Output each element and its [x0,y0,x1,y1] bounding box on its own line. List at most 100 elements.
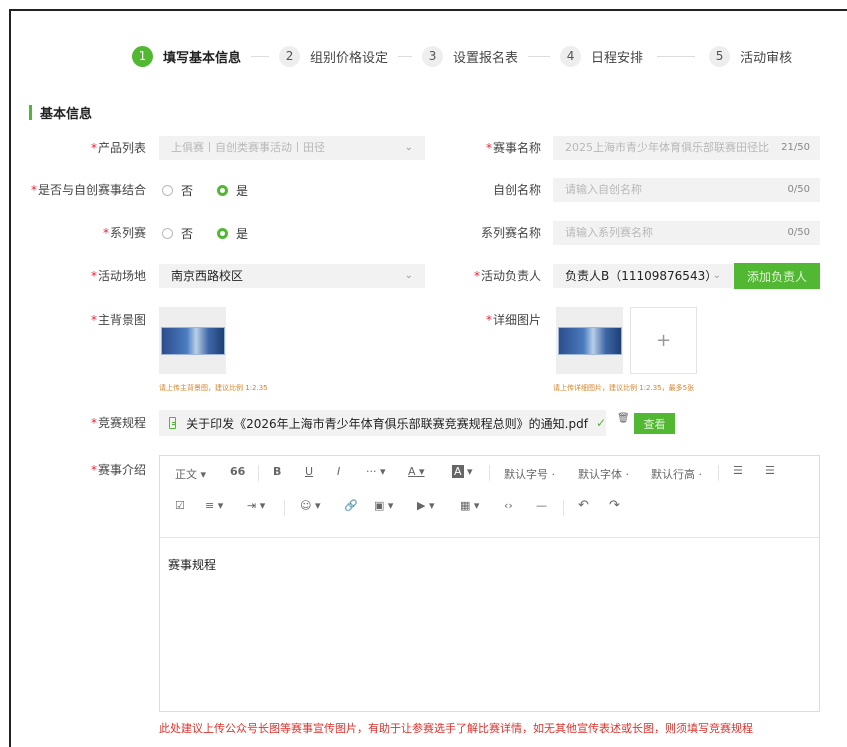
code-icon[interactable]: ‹› [504,499,513,512]
rich-text-editor[interactable]: 正文 ▾ 66 B U I ··· ▾ A ▾ A ▾ 默认字号 · 默认字体 … [159,455,820,712]
step-3[interactable]: 3 设置报名表 [422,45,519,67]
step-4[interactable]: 4 日程安排 [560,45,644,67]
radio-no[interactable]: 否 [162,225,193,242]
todo-icon[interactable]: ☑ [175,499,185,512]
table-dropdown[interactable]: ▦ ▾ [460,499,479,512]
toolbar-separator [563,500,564,516]
step-3-label: 设置报名表 [453,50,519,66]
toolbar-separator [489,465,490,481]
quote-icon[interactable]: 66 [230,465,245,478]
step-3-number: 3 [422,45,444,67]
undo-icon[interactable]: ↶ [578,498,589,513]
toolbar-separator [718,465,719,481]
bold-icon[interactable]: B [273,465,281,478]
image-dropdown[interactable]: ▣ ▾ [374,499,393,512]
view-button[interactable]: 查看 [634,413,675,434]
main-bg-thumbnail[interactable] [159,307,226,374]
step-connector [657,55,696,57]
main-bg-label: *主背景图 [90,313,146,327]
paragraph-dropdown[interactable]: 正文 ▾ [175,466,206,482]
toolbar-separator [258,465,259,481]
radio-yes[interactable]: 是 [217,225,248,242]
series-label: *系列赛 [102,226,146,240]
editor-content[interactable]: 赛事规程 [160,538,819,591]
step-1[interactable]: 1 填写基本信息 [132,45,242,67]
radio-circle [162,227,173,239]
radio-circle-selected [217,227,229,239]
step-connector [398,55,413,57]
step-1-label: 填写基本信息 [163,50,242,66]
align-dropdown[interactable]: ≡ ▾ [205,499,223,512]
rules-label: *竞赛规程 [90,416,146,430]
font-size-dropdown[interactable]: 默认字号 · [504,466,555,482]
chevron-down-icon: ⌄ [404,270,413,281]
chevron-down-icon: ⌄ [404,142,413,153]
rules-file[interactable]: 关于印发《2026年上海市青少年体育俱乐部联赛竞赛规程总则》的通知.pdf ✓ [159,410,606,436]
emoji-dropdown[interactable]: ☺ ▾ [300,499,321,512]
step-connector [251,55,270,57]
line-height-dropdown[interactable]: 默认行高 · [651,466,702,482]
section-accent-bar [29,104,32,120]
banner-image [160,326,225,355]
toolbar-separator [284,500,285,516]
italic-icon[interactable]: I [337,465,340,478]
font-color-dropdown[interactable]: A ▾ [408,465,425,478]
step-4-label: 日程安排 [591,50,644,66]
step-5-number: 5 [709,45,731,67]
bottom-note: 此处建议上传公众号长图等赛事宣传图片，有助于让参赛选手了解比赛详情，如无其他宣传… [159,722,753,735]
step-2-label: 组别价格设定 [310,50,389,66]
add-manager-button[interactable]: 添加负责人 [734,263,820,289]
event-name-input[interactable]: 2025上海市青少年体育俱乐部联赛田径比 21/50 [553,136,820,160]
step-4-number: 4 [560,45,582,67]
venue-select[interactable]: 南京西路校区 ⌄ [159,264,425,288]
bg-color-dropdown[interactable]: A ▾ [452,465,473,478]
self-combine-label: *是否与自创赛事结合 [30,183,146,197]
more-style-dropdown[interactable]: ··· ▾ [366,465,386,478]
step-5[interactable]: 5 活动审核 [709,45,793,67]
detail-img-label: *详细图片 [485,313,541,327]
manager-select[interactable]: 负责人B（11109876543） ⌄ [553,264,733,288]
redo-icon[interactable]: ↷ [609,498,620,513]
series-radio-group: 否 是 [162,221,272,245]
link-icon[interactable]: 🔗 [344,499,358,512]
product-select[interactable]: 上俱赛丨自创类赛事活动丨田径 ⌄ [159,136,425,160]
intro-label: *赛事介绍 [90,463,146,477]
banner-image [557,326,622,355]
check-icon: ✓ [595,416,606,430]
upload-plus-button[interactable]: + [630,307,697,374]
radio-yes[interactable]: 是 [217,182,248,199]
detail-img-hint: 请上传详细图片，建议比例 1:2.35，最多5张 [553,384,695,392]
underline-icon[interactable]: U [305,465,313,478]
detail-img-thumbnail[interactable] [556,307,623,374]
event-name-label: *赛事名称 [485,141,541,155]
video-dropdown[interactable]: ▶ ▾ [417,499,435,512]
venue-label: *活动场地 [90,269,146,283]
bullet-list-icon[interactable]: ☰ [733,464,743,477]
rules-file-name: 关于印发《2026年上海市青少年体育俱乐部联赛竞赛规程总则》的通知.pdf [186,416,588,431]
step-connector [528,55,551,57]
main-bg-hint: 请上传主背景图，建议比例 1:2.35 [159,384,268,392]
series-name-input[interactable]: 请输入系列赛名称 0/50 [553,221,820,245]
numbered-list-icon[interactable]: ☰ [765,464,775,477]
document-icon [169,417,177,429]
self-name-label: 自创名称 [492,183,541,197]
radio-no[interactable]: 否 [162,182,193,199]
chevron-down-icon: ⌄ [712,270,721,281]
step-2[interactable]: 2 组别价格设定 [279,45,389,67]
trash-icon[interactable]: 🗑 [617,413,630,427]
manager-label: *活动负责人 [473,269,541,283]
series-name-label: 系列赛名称 [480,226,541,240]
indent-dropdown[interactable]: ⇥ ▾ [247,499,265,512]
self-name-input[interactable]: 请输入自创名称 0/50 [553,178,820,202]
char-count: 21/50 [781,142,810,153]
section-title-text: 基本信息 [40,106,93,122]
step-indicator: 1 填写基本信息 2 组别价格设定 3 设置报名表 4 日程安排 5 活动审核 [132,45,792,67]
step-2-number: 2 [279,45,301,67]
self-combine-radio-group: 否 是 [162,178,272,202]
editor-toolbar: 正文 ▾ 66 B U I ··· ▾ A ▾ A ▾ 默认字号 · 默认字体 … [160,456,819,538]
step-5-label: 活动审核 [740,50,793,66]
divider-icon[interactable]: — [536,499,547,512]
char-count: 0/50 [787,227,810,238]
font-family-dropdown[interactable]: 默认字体 · [578,466,629,482]
radio-circle-selected [217,184,229,196]
